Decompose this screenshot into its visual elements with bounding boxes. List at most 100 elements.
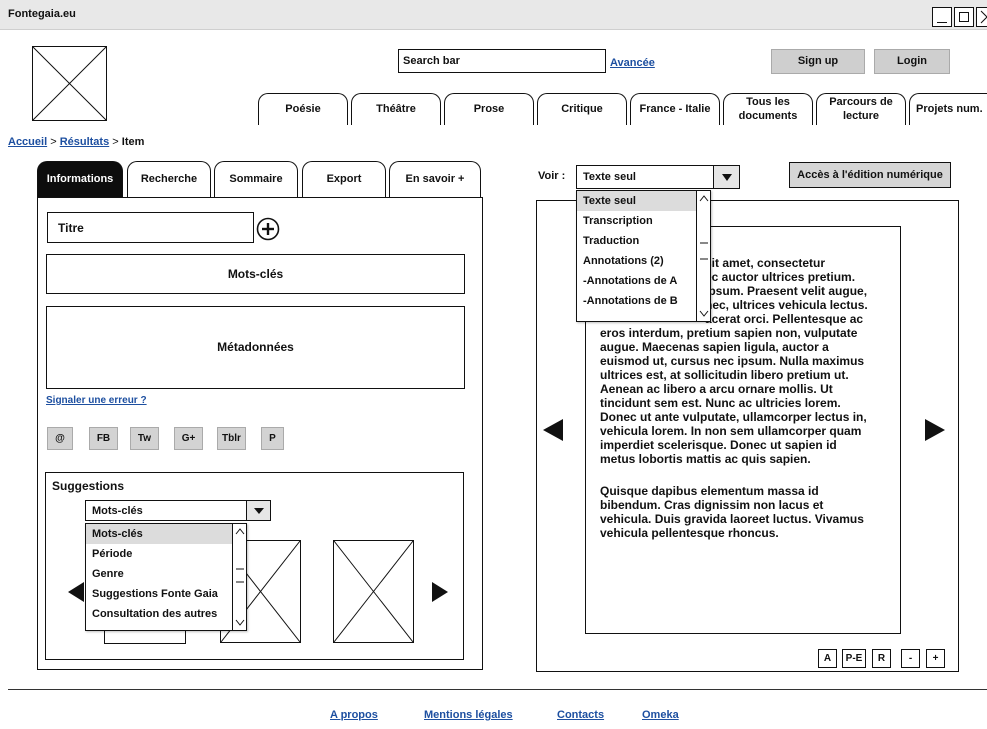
text-fragment: nec, ultrices vehicula lectus.: [705, 298, 868, 312]
chevron-down-icon[interactable]: [246, 501, 270, 520]
minimize-icon: [937, 22, 947, 23]
share-googleplus-button[interactable]: G+: [174, 427, 203, 450]
window-titlebar: Fontegaia.eu: [0, 0, 987, 30]
view-mode-option[interactable]: Texte seul: [577, 191, 697, 211]
view-mode-select-value: Texte seul: [583, 171, 636, 183]
text-line: eros interdum, pretium sapien non, vulpu…: [600, 326, 858, 340]
maximize-button[interactable]: [954, 7, 974, 27]
close-button[interactable]: [976, 7, 987, 27]
tool-r-button[interactable]: R: [872, 649, 891, 668]
tool-pe-button[interactable]: P-E: [842, 649, 866, 668]
footer-link-omeka[interactable]: Omeka: [642, 709, 679, 721]
zoom-in-button[interactable]: +: [926, 649, 945, 668]
share-pinterest-button[interactable]: P: [261, 427, 284, 450]
tab-poesie[interactable]: Poésie: [258, 93, 348, 125]
arrow-left-icon[interactable]: [541, 417, 565, 443]
text-line: vehicula lorem. In non sem ullamcorper q…: [600, 424, 862, 438]
view-mode-option[interactable]: Annotations (2): [577, 251, 710, 271]
logo-placeholder[interactable]: [32, 46, 107, 121]
text-line: vehicula. Duis gravida laoreet luctus. V…: [600, 512, 864, 526]
image-placeholder-icon: [334, 541, 413, 642]
share-facebook-button[interactable]: FB: [89, 427, 118, 450]
text-line: euismod ut, cursus nec ipsum. Nulla maxi…: [600, 354, 865, 368]
image-placeholder-icon: [33, 47, 106, 120]
text-line: Quisque dapibus elementum massa id: [600, 484, 819, 498]
footer-link-apropos[interactable]: A propos: [330, 709, 378, 721]
digital-edition-button[interactable]: Accès à l'édition numérique: [789, 162, 951, 188]
view-mode-scrollbar[interactable]: [696, 191, 710, 321]
tab-france-italie[interactable]: France - Italie: [630, 93, 720, 125]
suggestions-scrollbar[interactable]: [232, 524, 246, 630]
view-mode-option[interactable]: -Annotations de B: [577, 291, 710, 311]
suggestions-option[interactable]: Mots-clés: [86, 524, 232, 544]
tab-projets-num[interactable]: Projets num.: [909, 93, 987, 125]
text-fragment: sit amet, consectetur: [705, 256, 826, 270]
breadcrumb-separator: >: [109, 136, 122, 148]
tab-tous-les-documents[interactable]: Tous les documents: [723, 93, 813, 125]
arrow-left-icon[interactable]: [66, 580, 86, 604]
text-fragment: ipsum. Praesent velit augue,: [705, 284, 868, 298]
suggestion-thumbnail[interactable]: [333, 540, 414, 643]
voir-label: Voir :: [538, 170, 566, 182]
tab-informations[interactable]: Informations: [37, 161, 123, 198]
view-mode-option[interactable]: Transcription: [577, 211, 710, 231]
footer-link-contacts[interactable]: Contacts: [557, 709, 604, 721]
view-mode-select[interactable]: Texte seul: [576, 165, 740, 189]
metadata-box: Métadonnées: [46, 306, 465, 389]
tab-export[interactable]: Export: [302, 161, 386, 198]
tab-sommaire[interactable]: Sommaire: [214, 161, 298, 198]
share-twitter-button[interactable]: Tw: [130, 427, 159, 450]
maximize-icon: [959, 12, 969, 22]
footer-link-mentions-legales[interactable]: Mentions légales: [424, 709, 513, 721]
text-line: vehicula pellentesque rhoncus.: [600, 526, 779, 540]
text-line: augue. Maecenas sapien ligula, auctor a: [600, 340, 829, 354]
title-field-label: Titre: [58, 221, 84, 235]
suggestions-select-value: Mots-clés: [92, 505, 143, 517]
arrow-right-icon[interactable]: [430, 580, 450, 604]
share-tumblr-button[interactable]: Tblr: [217, 427, 246, 450]
view-mode-option[interactable]: -Annotations de A: [577, 271, 710, 291]
breadcrumb-results[interactable]: Résultats: [60, 136, 110, 148]
advanced-search-link[interactable]: Avancée: [610, 57, 655, 69]
tab-recherche[interactable]: Recherche: [127, 161, 211, 198]
suggestions-option[interactable]: Consultation des autres: [86, 604, 246, 624]
report-error-link[interactable]: Signaler une erreur ?: [46, 395, 147, 406]
suggestions-select[interactable]: Mots-clés: [85, 500, 271, 521]
breadcrumb-home[interactable]: Accueil: [8, 136, 47, 148]
footer-divider: [8, 689, 987, 690]
text-line: Donec ut ante vulputate, ullamcorper lec…: [600, 410, 867, 424]
suggestions-option[interactable]: Genre: [86, 564, 246, 584]
text-line: bibendum. Cras dignissim non lacus et: [600, 498, 824, 512]
keywords-box: Mots-clés: [46, 254, 465, 294]
view-mode-option[interactable]: Traduction: [577, 231, 710, 251]
breadcrumb: Accueil > Résultats > Item: [8, 136, 144, 148]
breadcrumb-separator: >: [47, 136, 60, 148]
tab-critique[interactable]: Critique: [537, 93, 627, 125]
search-placeholder: Search bar: [403, 55, 460, 67]
suggestions-option[interactable]: Période: [86, 544, 246, 564]
login-button[interactable]: Login: [874, 49, 950, 74]
suggestions-options-list: Mots-clés Période Genre Suggestions Font…: [85, 523, 247, 631]
tab-theatre[interactable]: Théâtre: [351, 93, 441, 125]
text-fragment: acerat orci. Pellentesque ac: [705, 312, 864, 326]
minimize-button[interactable]: [932, 7, 952, 27]
text-fragment: ec auctor ultrices pretium.: [705, 270, 856, 284]
breadcrumb-current: Item: [121, 136, 145, 148]
text-line: Aenean ac libero a arcu ornare mollis. U…: [600, 382, 833, 396]
signup-button[interactable]: Sign up: [771, 49, 865, 74]
search-input[interactable]: Search bar: [398, 49, 606, 73]
tab-en-savoir-plus[interactable]: En savoir +: [389, 161, 481, 198]
tab-prose[interactable]: Prose: [444, 93, 534, 125]
title-field[interactable]: Titre: [47, 212, 254, 243]
tool-a-button[interactable]: A: [818, 649, 837, 668]
arrow-right-icon[interactable]: [923, 417, 947, 443]
zoom-out-button[interactable]: -: [901, 649, 920, 668]
chevron-down-icon[interactable]: [713, 166, 739, 188]
add-icon[interactable]: [256, 217, 280, 241]
suggestions-heading: Suggestions: [52, 479, 125, 493]
suggestions-option[interactable]: Suggestions Fonte Gaia: [86, 584, 246, 604]
text-line: metus lobortis mattis ac quis sapien.: [600, 452, 811, 466]
tab-parcours-de-lecture[interactable]: Parcours de lecture: [816, 93, 906, 125]
text-line: imperdiet scelerisque. Donec ut sapien i…: [600, 438, 837, 452]
share-email-button[interactable]: @: [47, 427, 73, 450]
